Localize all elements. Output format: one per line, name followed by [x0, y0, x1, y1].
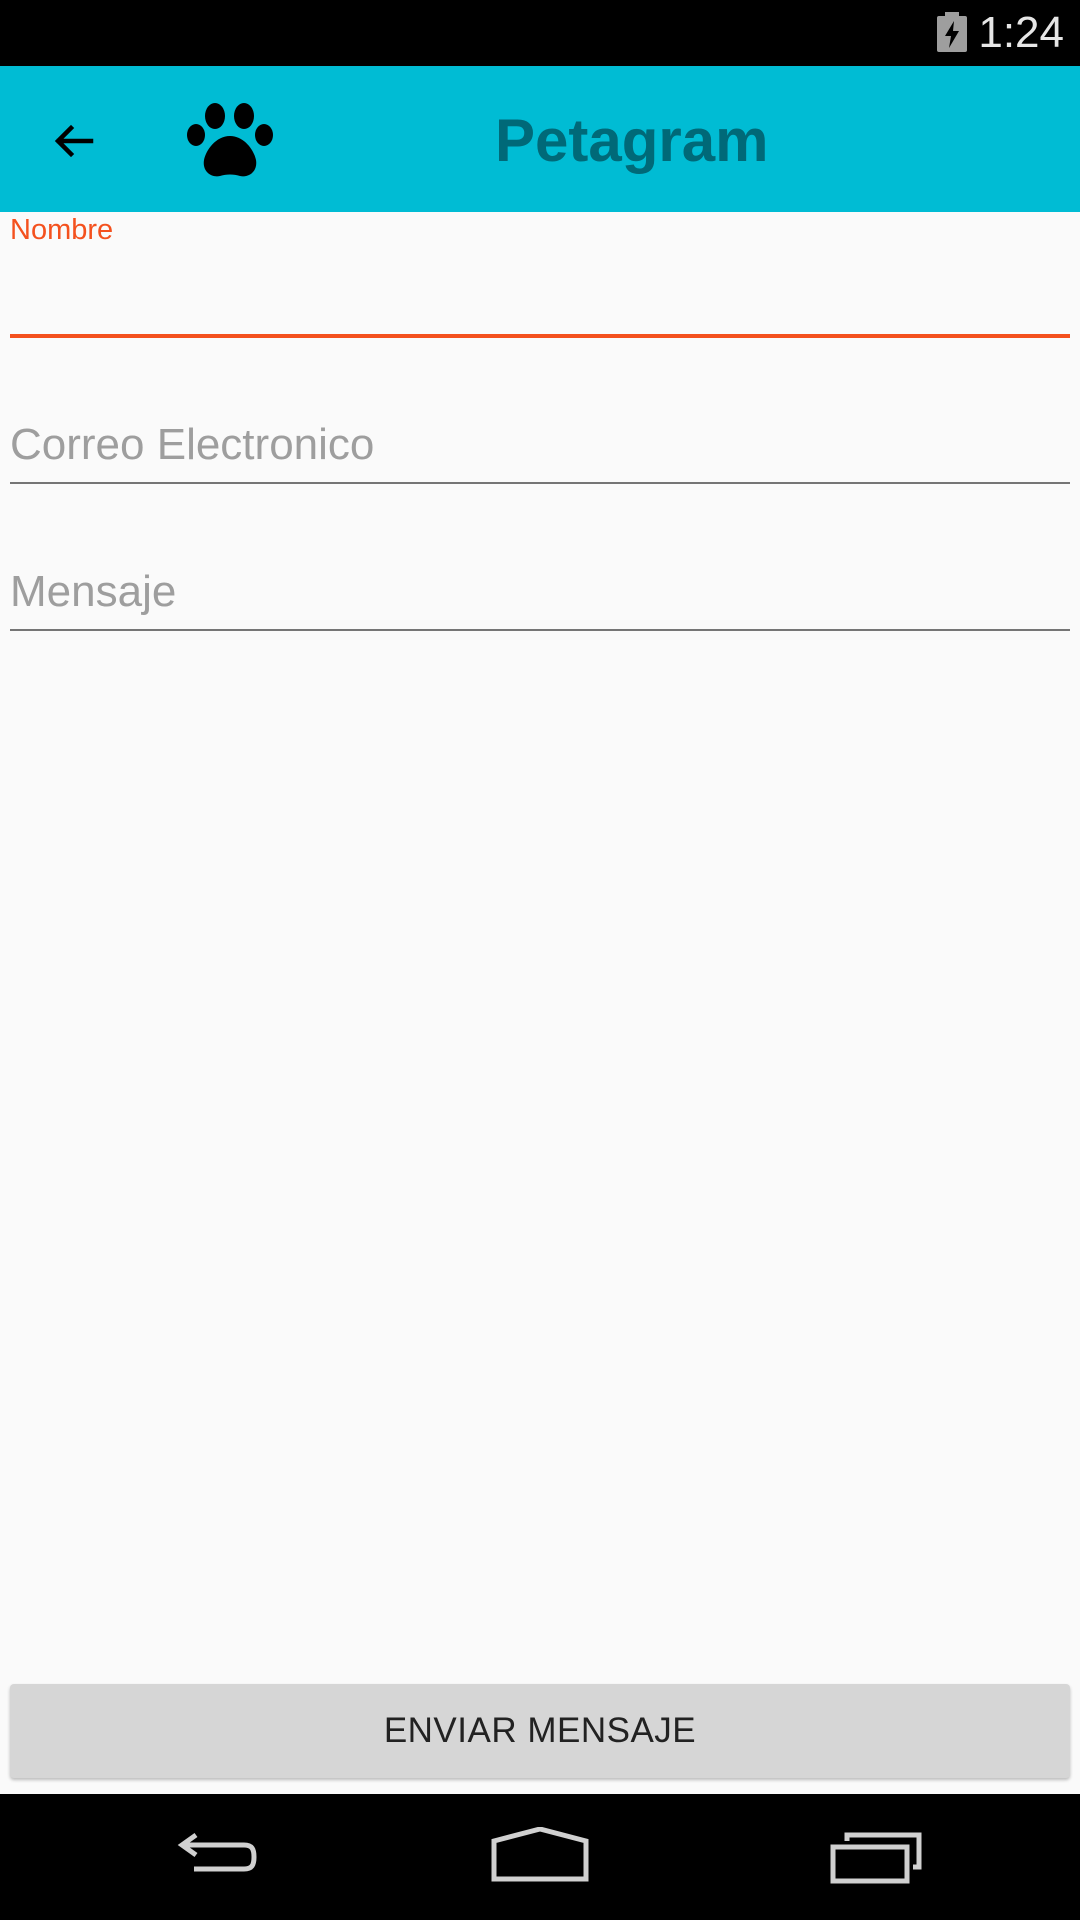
app-toolbar: Petagram [0, 66, 1080, 212]
battery-charging-icon [937, 12, 967, 52]
email-field[interactable] [10, 415, 1070, 485]
status-bar: 1:24 [0, 0, 1080, 66]
email-input[interactable] [10, 415, 1070, 475]
name-input[interactable] [10, 259, 1070, 315]
status-time: 1:24 [978, 8, 1064, 57]
name-field[interactable]: Nombre [10, 213, 1070, 343]
navigation-bar [0, 1794, 1080, 1920]
paw-print-icon [186, 102, 274, 182]
nav-home-icon[interactable] [470, 1814, 610, 1900]
nav-recents-icon[interactable] [805, 1814, 945, 1900]
app-title: Petagram [495, 107, 769, 174]
name-field-underline [10, 334, 1070, 338]
message-field-underline [10, 629, 1070, 631]
send-message-button[interactable]: ENVIAR MENSAJE [10, 1684, 1070, 1778]
message-input[interactable] [10, 562, 1070, 622]
arrow-left-icon[interactable] [34, 102, 112, 180]
nav-back-icon[interactable] [140, 1814, 280, 1900]
email-field-underline [10, 482, 1070, 484]
message-field[interactable] [10, 562, 1070, 632]
name-field-label: Nombre [10, 214, 114, 246]
